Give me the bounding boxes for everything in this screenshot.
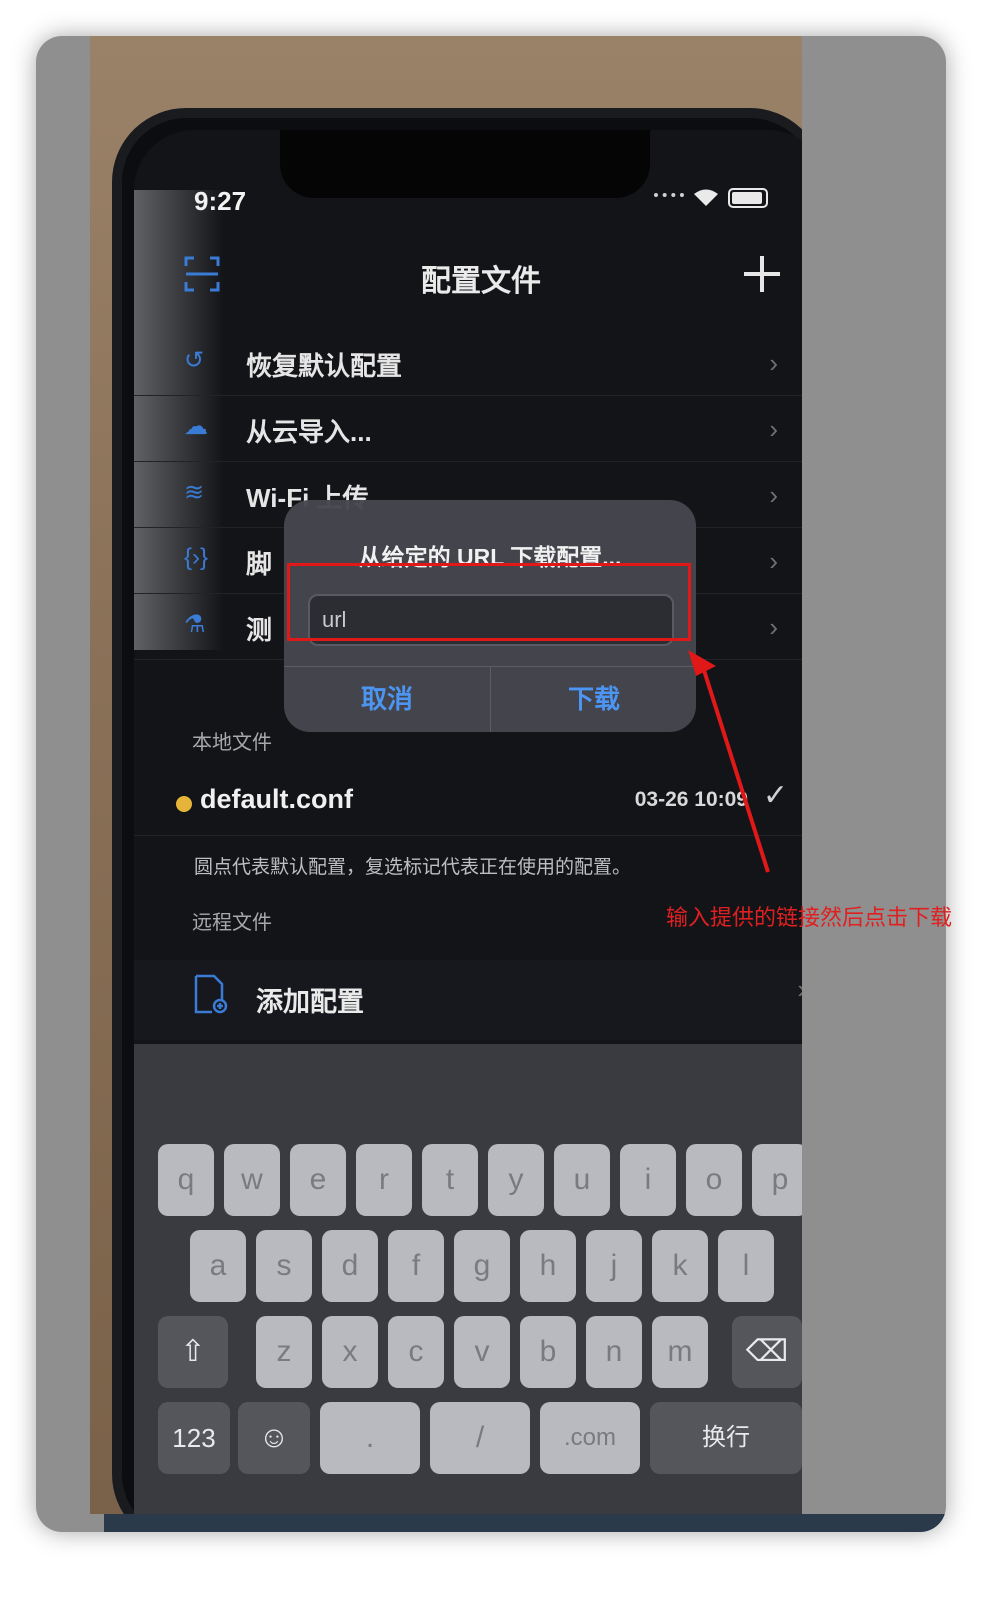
chevron-right-icon: ›: [769, 480, 778, 510]
key-u[interactable]: u: [554, 1144, 610, 1216]
menu-item-restore-default[interactable]: ↺ 恢复默认配置 ›: [134, 330, 802, 396]
shift-key[interactable]: ⇧: [158, 1316, 228, 1388]
key-i[interactable]: i: [620, 1144, 676, 1216]
chevron-right-icon: ›: [769, 546, 778, 576]
local-file-row[interactable]: default.conf 03-26 10:09 ✓: [134, 766, 802, 836]
key-q[interactable]: q: [158, 1144, 214, 1216]
key-a[interactable]: a: [190, 1230, 246, 1302]
phone-photo: 9:27 配置文件 ↺ 恢复默认配置 › ☁ 从云导入... › ≋ Wi-Fi…: [90, 36, 802, 1514]
status-icons: [654, 188, 768, 208]
cancel-button[interactable]: 取消: [284, 666, 490, 732]
chevron-right-icon: ›: [797, 974, 802, 1005]
key-v[interactable]: v: [454, 1316, 510, 1388]
key-m[interactable]: m: [652, 1316, 708, 1388]
file-legend-hint: 圆点代表默认配置，复选标记代表正在使用的配置。: [194, 857, 632, 878]
key-l[interactable]: l: [718, 1230, 774, 1302]
local-files-heading: 本地文件: [192, 732, 272, 754]
script-icon: {›}: [184, 544, 209, 571]
key-j[interactable]: j: [586, 1230, 642, 1302]
menu-item-import-cloud[interactable]: ☁ 从云导入... ›: [134, 396, 802, 462]
backspace-key[interactable]: ⌫: [732, 1316, 802, 1388]
key-e[interactable]: e: [290, 1144, 346, 1216]
menu-item-label: 从云导入...: [246, 417, 372, 447]
chevron-right-icon: ›: [769, 414, 778, 444]
key-t[interactable]: t: [422, 1144, 478, 1216]
chevron-right-icon: ›: [769, 348, 778, 378]
signal-icon: [654, 193, 684, 203]
key-c[interactable]: c: [388, 1316, 444, 1388]
chevron-right-icon: ›: [769, 612, 778, 642]
add-config-label: 添加配置: [256, 987, 364, 1017]
wifi-icon: [694, 189, 718, 206]
test-flask-icon: ⚗: [184, 611, 206, 638]
emoji-key[interactable]: ☺: [238, 1402, 310, 1474]
key-s[interactable]: s: [256, 1230, 312, 1302]
add-config-row[interactable]: 添加配置 ›: [134, 960, 802, 1040]
add-document-icon: [194, 974, 228, 1014]
key-dot[interactable]: .: [320, 1402, 420, 1474]
restore-icon: ↺: [184, 347, 205, 374]
download-button[interactable]: 下载: [491, 666, 697, 732]
screenshot-frame: 9:27 配置文件 ↺ 恢复默认配置 › ☁ 从云导入... › ≋ Wi-Fi…: [36, 36, 946, 1532]
annotation-text: 输入提供的链接然后点击下载: [666, 905, 953, 930]
menu-item-label: 测: [246, 615, 273, 645]
key-n[interactable]: n: [586, 1316, 642, 1388]
key-w[interactable]: w: [224, 1144, 280, 1216]
key-p[interactable]: p: [752, 1144, 802, 1216]
status-time: 9:27: [194, 186, 247, 216]
key-o[interactable]: o: [686, 1144, 742, 1216]
page-title: 配置文件: [421, 265, 541, 298]
battery-icon: [728, 188, 768, 208]
key-slash[interactable]: /: [430, 1402, 530, 1474]
default-dot-icon: [176, 796, 192, 812]
cloud-icon: ☁: [184, 413, 208, 440]
key-k[interactable]: k: [652, 1230, 708, 1302]
key-g[interactable]: g: [454, 1230, 510, 1302]
key-f[interactable]: f: [388, 1230, 444, 1302]
key-z[interactable]: z: [256, 1316, 312, 1388]
phone-body: 9:27 配置文件 ↺ 恢复默认配置 › ☁ 从云导入... › ≋ Wi-Fi…: [112, 108, 802, 1514]
menu-item-label: 恢复默认配置: [246, 351, 403, 381]
return-key[interactable]: 换行: [650, 1402, 802, 1474]
keyboard: q w e r t y u i o p a s d f g h j k l ⇧ …: [134, 1044, 802, 1514]
add-icon[interactable]: [740, 252, 784, 296]
key-h[interactable]: h: [520, 1230, 576, 1302]
highlight-box: [287, 563, 691, 641]
remote-files-heading: 远程文件: [192, 912, 272, 934]
notch: [280, 130, 650, 198]
key-x[interactable]: x: [322, 1316, 378, 1388]
key-b[interactable]: b: [520, 1316, 576, 1388]
nav-bar: 配置文件: [134, 248, 802, 308]
wifi-upload-icon: ≋: [184, 479, 205, 506]
key-dotcom[interactable]: .com: [540, 1402, 640, 1474]
phone-screen: 9:27 配置文件 ↺ 恢复默认配置 › ☁ 从云导入... › ≋ Wi-Fi…: [134, 130, 802, 1514]
key-r[interactable]: r: [356, 1144, 412, 1216]
desktop-taskbar: [104, 1514, 946, 1532]
file-name: default.conf: [200, 784, 353, 814]
numbers-key[interactable]: 123: [158, 1402, 230, 1474]
menu-item-label: 脚: [246, 549, 273, 579]
key-d[interactable]: d: [322, 1230, 378, 1302]
key-y[interactable]: y: [488, 1144, 544, 1216]
file-date: 03-26 10:09: [634, 788, 748, 811]
checkmark-icon: ✓: [762, 779, 788, 812]
